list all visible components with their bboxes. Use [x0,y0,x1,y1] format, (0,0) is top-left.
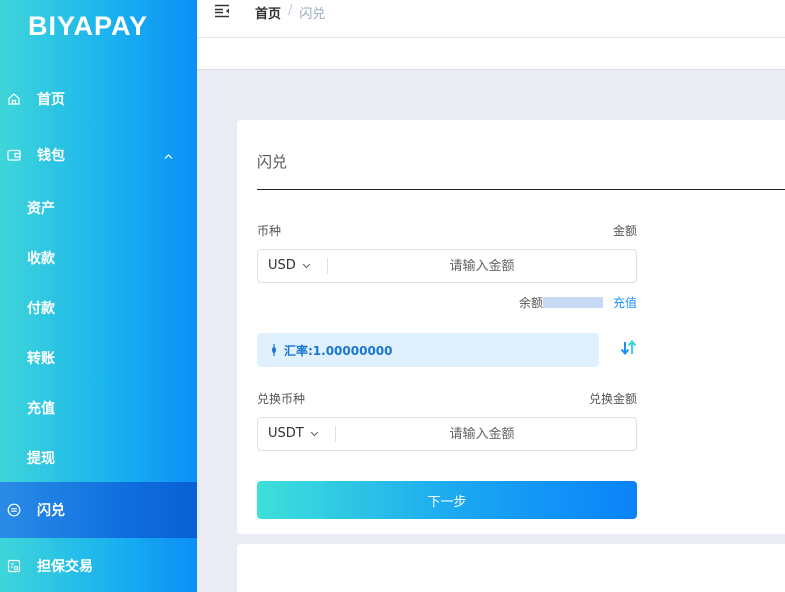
menu-toggle-icon[interactable] [214,3,230,18]
balance-value-blurred [543,297,604,308]
swap-icon[interactable] [620,338,638,358]
sidebar-subitem-label: 转账 [27,351,55,367]
balance-label: 余额 [519,296,544,310]
sidebar-item-home[interactable]: 首页 [0,71,197,127]
exchange-rate-text: 汇率:1.00000000 [284,343,393,358]
sidebar-subitem-pay[interactable]: 付款 [0,283,197,333]
sidebar-item-flash-exchange[interactable]: 闪兑 [0,482,197,538]
tags-bar [197,37,785,70]
sidebar-item-label: 闪兑 [37,503,65,519]
breadcrumb: 首页 / 闪兑 [255,3,325,22]
rate-icon [272,344,276,356]
to-currency-value: USDT [268,426,304,441]
from-currency-value: USD [268,258,296,273]
to-amount-input[interactable] [332,420,632,448]
from-currency-select[interactable]: USD [268,258,311,273]
sidebar-item-label: 钱包 [37,148,65,164]
from-currency-label: 币种 [257,224,282,238]
chevron-up-icon[interactable] [164,149,173,159]
sidebar-subitem-transfer[interactable]: 转账 [0,333,197,383]
secondary-card [237,544,785,592]
top-header: 首页 / 闪兑 [197,0,785,37]
next-step-button[interactable]: 下一步 [257,481,637,519]
breadcrumb-home[interactable]: 首页 [255,3,281,22]
breadcrumb-current: 闪兑 [299,7,326,22]
sidebar-subitem-withdraw[interactable]: 提现 [0,433,197,483]
to-currency-label: 兑换币种 [257,392,306,406]
from-amount-label: 金额 [612,224,637,238]
sidebar-item-guarantee[interactable]: 担保交易 [0,538,197,592]
exchange-rate-box: 汇率:1.00000000 [257,333,599,367]
sidebar-subitem-deposit[interactable]: 充值 [0,383,197,433]
flash-exchange-card: 闪兑 币种 金额 USD 余额 充值 汇率:1.00000000 兑换币种 兑换… [237,120,785,534]
balance-info: 余额 [519,294,604,311]
sidebar-subitem-label: 收款 [27,251,55,267]
card-title: 闪兑 [257,153,288,171]
title-divider [257,189,785,190]
sidebar-item-label: 首页 [37,92,65,108]
to-amount-field: USDT [257,417,637,451]
field-divider [327,258,328,274]
sidebar-subitem-label: 提现 [27,451,55,467]
sidebar-subitem-assets[interactable]: 资产 [0,183,197,233]
exchange-icon [7,503,21,517]
sidebar-subitem-label: 充值 [27,401,55,417]
sidebar-subitem-receive[interactable]: 收款 [0,233,197,283]
sidebar-subitem-label: 付款 [27,301,55,317]
guarantee-icon [7,559,21,573]
from-amount-input[interactable] [332,252,632,280]
sidebar-subitem-label: 资产 [27,201,55,217]
breadcrumb-separator: / [288,3,293,18]
sidebar: BIYAPAY 首页 钱包 资产 收款 付款 转账 充值 提现 闪兑 担保交易 [0,0,197,592]
brand-logo: BIYAPAY [28,11,149,41]
chevron-down-icon [302,263,311,269]
sidebar-item-label: 担保交易 [37,559,93,575]
from-amount-field: USD [257,249,637,283]
home-icon [7,92,21,106]
recharge-link[interactable]: 充值 [613,294,637,311]
sidebar-item-wallet[interactable]: 钱包 [0,127,197,183]
to-amount-label: 兑换金额 [588,392,637,406]
chevron-down-icon [310,431,319,437]
wallet-icon [7,148,21,162]
to-currency-select[interactable]: USDT [268,426,319,441]
